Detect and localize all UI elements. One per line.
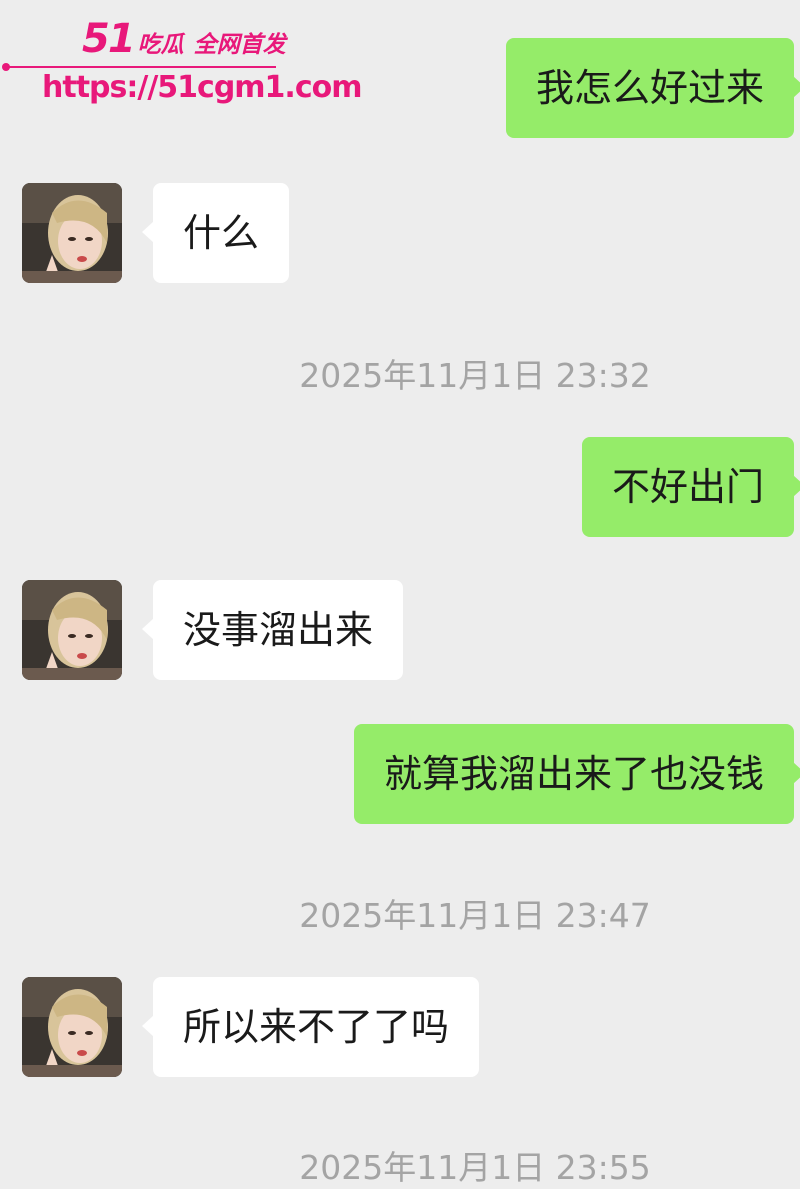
watermark-underline: [6, 66, 276, 68]
message-bubble-outgoing[interactable]: 我怎么好过来: [505, 38, 800, 138]
message-bubble-outgoing[interactable]: 就算我溜出来了也没钱: [353, 724, 800, 824]
watermark-url: https://51cgm1.com: [42, 70, 362, 105]
contact-avatar[interactable]: [22, 580, 122, 680]
message-bubble-incoming[interactable]: 所以来不了了吗: [141, 977, 480, 1077]
avatar-photo-icon: [22, 580, 122, 680]
contact-avatar[interactable]: [22, 183, 122, 283]
avatar-photo-icon: [22, 183, 122, 283]
message-bubble-incoming[interactable]: 什么: [141, 183, 290, 283]
message-timestamp: 2025年11月1日 23:55: [299, 1148, 651, 1187]
message-bubble-incoming[interactable]: 没事溜出来: [141, 580, 404, 680]
watermark: 51 吃瓜 全网首发 https://51cgm1.com: [0, 8, 362, 108]
message-timestamp: 2025年11月1日 23:32: [299, 356, 651, 395]
watermark-brand-number: 51: [82, 16, 136, 62]
watermark-brand-tag: 全网首发: [193, 32, 286, 58]
message-bubble-outgoing[interactable]: 不好出门: [581, 437, 800, 537]
message-timestamp: 2025年11月1日 23:47: [299, 896, 651, 935]
watermark-brand-name: 吃瓜: [137, 32, 184, 58]
watermark-brand: 51 吃瓜 全网首发: [82, 16, 286, 62]
contact-avatar[interactable]: [22, 977, 122, 1077]
avatar-photo-icon: [22, 977, 122, 1077]
